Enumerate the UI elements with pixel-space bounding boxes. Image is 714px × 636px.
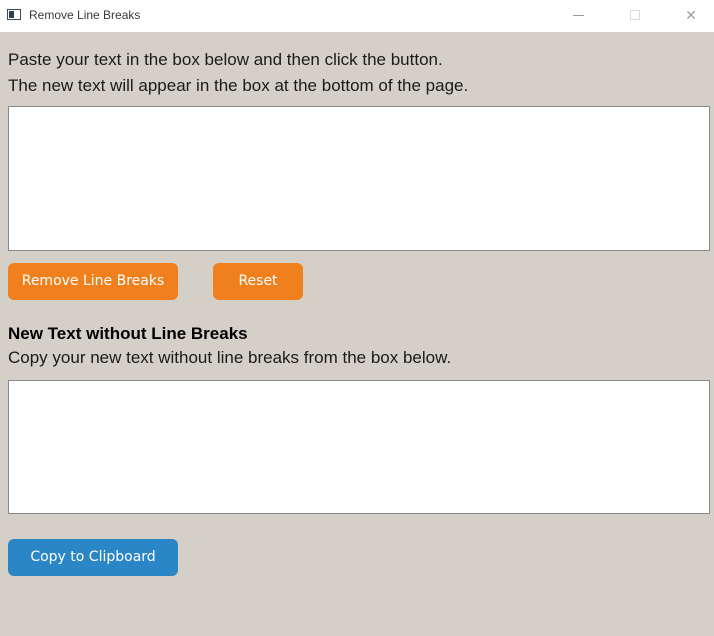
minimize-icon xyxy=(573,15,584,16)
close-icon: ✕ xyxy=(685,8,697,24)
remove-line-breaks-button[interactable]: Remove Line Breaks xyxy=(8,263,178,300)
title-bar[interactable]: Remove Line Breaks ✕ xyxy=(0,0,714,32)
output-instruction: Copy your new text without line breaks f… xyxy=(8,348,452,367)
instruction-line-2: The new text will appear in the box at t… xyxy=(8,76,469,95)
output-heading: New Text without Line Breaks xyxy=(8,324,248,343)
maximize-icon xyxy=(630,10,640,20)
app-window: Remove Line Breaks ✕ Paste your text in … xyxy=(0,0,714,636)
close-button[interactable]: ✕ xyxy=(668,0,714,32)
output-textbox[interactable] xyxy=(8,380,710,514)
copy-to-clipboard-button[interactable]: Copy to Clipboard xyxy=(8,539,178,576)
minimize-button[interactable] xyxy=(556,0,602,32)
app-window-icon xyxy=(7,9,21,20)
instruction-line-1: Paste your text in the box below and the… xyxy=(8,50,443,69)
reset-button[interactable]: Reset xyxy=(213,263,303,300)
window-title: Remove Line Breaks xyxy=(29,8,141,22)
maximize-button[interactable] xyxy=(612,0,658,32)
input-textbox[interactable] xyxy=(8,106,710,251)
